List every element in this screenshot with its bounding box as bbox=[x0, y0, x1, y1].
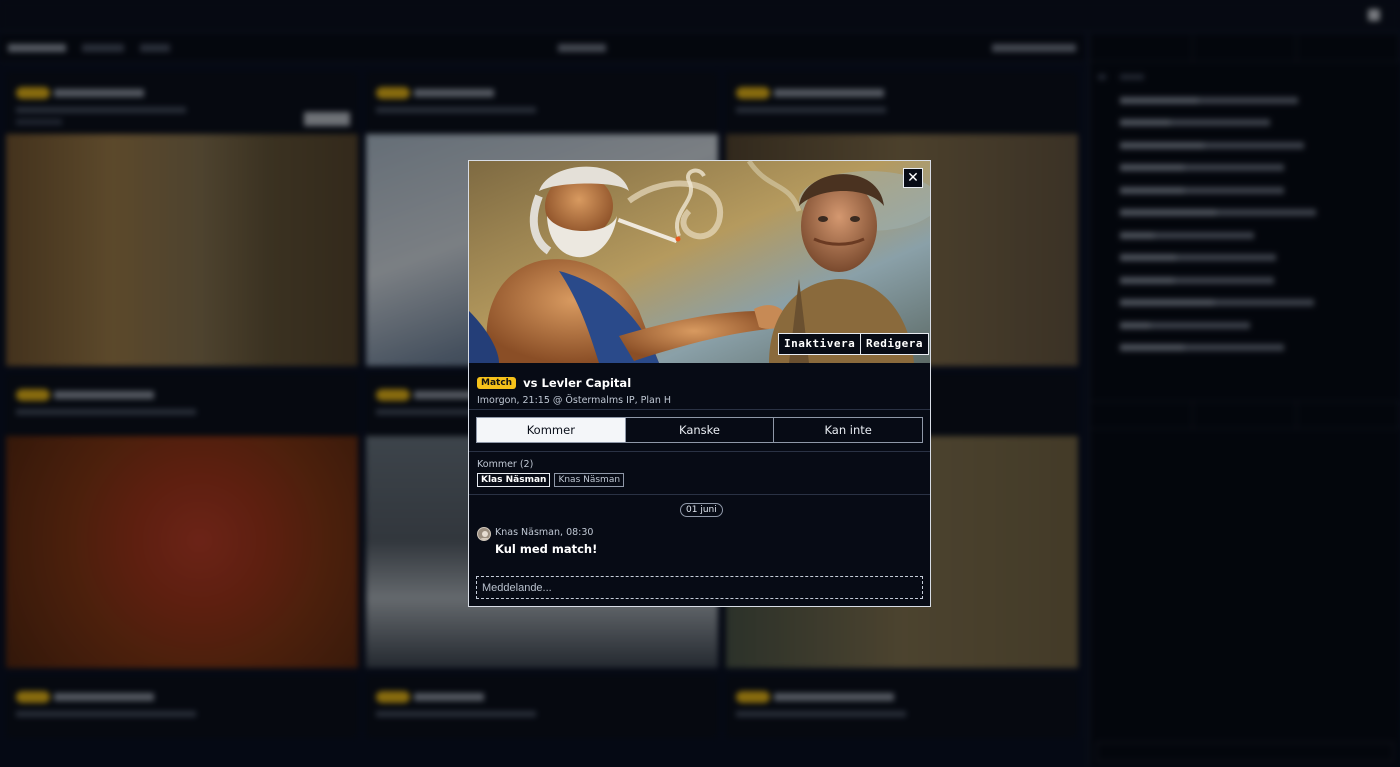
subbar-tab bbox=[8, 44, 66, 52]
rsvp-option-attending[interactable]: Kommer bbox=[477, 418, 626, 442]
event-card bbox=[6, 374, 358, 668]
subbar-tab bbox=[82, 44, 124, 52]
sidebar-input bbox=[1096, 742, 1394, 762]
sidebar-tabs bbox=[1090, 34, 1400, 62]
event-card bbox=[726, 676, 1078, 738]
event-title: vs Levler Capital bbox=[523, 375, 632, 390]
rsvp-section: Kommer Kanske Kan inte bbox=[469, 410, 930, 452]
sidebar bbox=[1088, 34, 1400, 767]
event-type-badge: Match bbox=[477, 376, 517, 389]
subbar-right bbox=[992, 44, 1076, 52]
close-icon: ✕ bbox=[907, 170, 919, 186]
attendee-chip: Knas Näsman bbox=[554, 473, 625, 487]
message-text: Kul med match! bbox=[495, 542, 598, 556]
top-bar bbox=[0, 0, 1400, 32]
message-header: Knas Näsman, 08:30 bbox=[495, 527, 593, 538]
message-time: 08:30 bbox=[566, 527, 594, 538]
close-button[interactable]: ✕ bbox=[903, 168, 923, 188]
rsvp-option-maybe[interactable]: Kanske bbox=[626, 418, 775, 442]
standings-table bbox=[1090, 62, 1400, 361]
event-image: ✕ Inaktivera Redigera bbox=[469, 161, 930, 363]
deactivate-button[interactable]: Inaktivera bbox=[778, 333, 862, 355]
sidebar-tabs-2 bbox=[1090, 401, 1400, 429]
message-input[interactable] bbox=[476, 576, 923, 599]
subbar-title bbox=[558, 44, 606, 52]
rsvp-segmented-control: Kommer Kanske Kan inte bbox=[476, 417, 923, 443]
event-modal: ✕ Inaktivera Redigera Match vs Levler Ca… bbox=[468, 160, 931, 607]
attendee-chip: Klas Näsman bbox=[477, 473, 551, 487]
event-info: Match vs Levler Capital Imorgon, 21:15 @… bbox=[469, 363, 930, 410]
event-card bbox=[6, 72, 358, 366]
chat-section: 01 juni Knas Näsman, 08:30 Kul med match… bbox=[469, 495, 930, 606]
avatar bbox=[477, 527, 491, 541]
attendees-section: Kommer (2) Klas Näsman Knas Näsman bbox=[469, 452, 930, 495]
attendees-label: Kommer (2) bbox=[477, 459, 534, 470]
event-meta: Imorgon, 21:15 @ Östermalms IP, Plan H bbox=[477, 395, 672, 406]
rsvp-option-declined[interactable]: Kan inte bbox=[774, 418, 922, 442]
subbar-tab bbox=[140, 44, 170, 52]
message-author: Knas Näsman bbox=[495, 527, 561, 538]
event-card bbox=[366, 676, 718, 738]
menu-icon bbox=[1368, 9, 1380, 21]
edit-button[interactable]: Redigera bbox=[860, 333, 929, 355]
event-card bbox=[6, 676, 358, 738]
sub-bar bbox=[0, 34, 1084, 62]
chat-date-divider: 01 juni bbox=[680, 503, 723, 517]
